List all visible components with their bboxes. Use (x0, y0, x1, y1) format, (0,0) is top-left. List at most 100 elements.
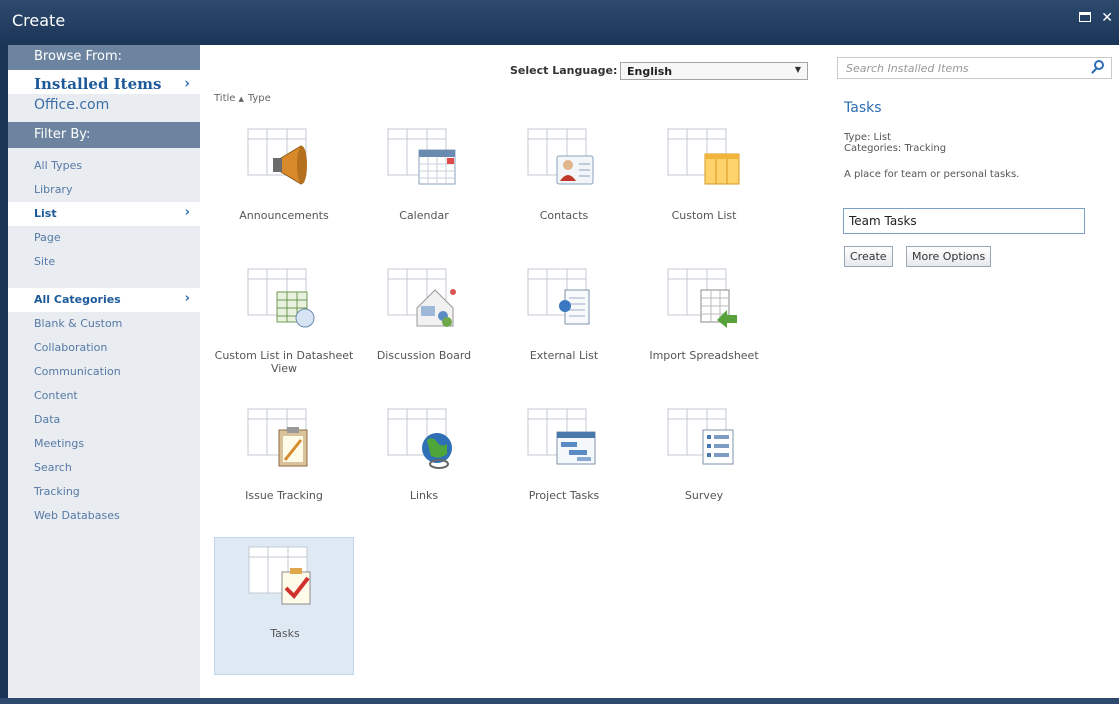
dropdown-arrow-icon: ▼ (794, 65, 801, 74)
language-label: Select Language: (510, 64, 618, 77)
clipboard-pencil-icon (247, 408, 308, 467)
filter-label: All Types (34, 159, 83, 172)
import-spreadsheet-icon (667, 268, 737, 328)
filter-search[interactable]: Search (8, 456, 200, 480)
filter-label: Blank & Custom (34, 317, 123, 330)
details-pane: Search Installed Items Tasks Type: List … (820, 45, 1119, 698)
filter-label: All Categories (34, 293, 121, 306)
template-label: Issue Tracking (245, 489, 323, 502)
survey-icon (667, 408, 734, 465)
template-label: Custom List (671, 209, 737, 222)
browse-item-label: Installed Items (34, 75, 162, 93)
dialog-frame-left (0, 45, 8, 704)
external-list-icon (527, 268, 590, 325)
filter-tracking[interactable]: Tracking (8, 480, 200, 504)
window-buttons: ✕ (1079, 11, 1113, 25)
browse-item-office[interactable]: Office.com (8, 94, 200, 122)
maximize-icon[interactable] (1079, 12, 1092, 22)
chevron-right-icon: › (184, 205, 190, 220)
filter-label: Library (34, 183, 73, 196)
template-type: Type: List (844, 132, 891, 143)
filter-label: Site (34, 255, 56, 268)
template-label: External List (529, 349, 599, 362)
selected-template-title: Tasks (844, 100, 882, 116)
filter-meetings[interactable]: Meetings (8, 432, 200, 456)
template-tile-links[interactable]: Links (354, 400, 494, 538)
template-tile-project-tasks[interactable]: Project Tasks (494, 400, 634, 538)
columns-icon (667, 128, 740, 185)
dialog-title: Create (12, 11, 66, 30)
filter-by-header: Filter By: (8, 122, 200, 148)
search-input[interactable]: Search Installed Items (837, 57, 1112, 79)
sort-by-type[interactable]: Type (248, 93, 271, 104)
discussion-icon (387, 268, 456, 327)
template-description: A place for team or personal tasks. (844, 169, 1020, 180)
template-gallery: Select Language: English ▼ Title ▲ Type An… (200, 45, 820, 698)
search-placeholder: Search Installed Items (846, 62, 969, 75)
filter-page[interactable]: Page (8, 226, 200, 250)
filter-label: Page (34, 231, 61, 244)
filter-collaboration[interactable]: Collaboration (8, 336, 200, 360)
filter-communication[interactable]: Communication (8, 360, 200, 384)
filter-list[interactable]: List › (8, 202, 200, 226)
selected-template-meta: Type: List Categories: Tracking (844, 132, 946, 154)
template-tile-contacts[interactable]: Contacts (494, 120, 634, 258)
template-tile-survey[interactable]: Survey (634, 400, 774, 538)
template-tile-external-list[interactable]: External List (494, 260, 634, 398)
sort-bar: Title ▲ Type (214, 93, 271, 104)
filter-label: List (34, 207, 57, 220)
filter-label: Data (34, 413, 61, 426)
megaphone-icon (247, 128, 307, 185)
template-label: Tasks (270, 627, 300, 640)
template-categories: Categories: Tracking (844, 143, 947, 154)
template-label: Contacts (539, 209, 589, 222)
template-tile-import-spreadsheet[interactable]: Import Spreadsheet (634, 260, 774, 398)
template-label: Survey (684, 489, 724, 502)
template-tile-tasks[interactable]: Tasks (214, 537, 354, 675)
name-field[interactable]: Team Tasks (843, 208, 1085, 234)
filter-data[interactable]: Data (8, 408, 200, 432)
browse-item-installed[interactable]: Installed Items › (8, 70, 200, 94)
filter-all-categories[interactable]: All Categories › (8, 288, 200, 312)
template-label: Custom List in Datasheet View (214, 349, 354, 375)
filter-library[interactable]: Library (8, 178, 200, 202)
filter-web-databases[interactable]: Web Databases (8, 504, 200, 528)
browse-from-header: Browse From: (8, 45, 200, 70)
filter-label: Search (34, 461, 72, 474)
template-tile-announcements[interactable]: Announcements (214, 120, 354, 258)
sidebar: Browse From: Installed Items › Office.co… (8, 45, 200, 698)
language-select[interactable]: English ▼ (620, 62, 808, 80)
template-tile-issue-tracking[interactable]: Issue Tracking (214, 400, 354, 538)
filter-label: Meetings (34, 437, 85, 450)
filter-label: Content (34, 389, 78, 402)
create-button[interactable]: Create (844, 246, 893, 267)
dialog-frame-bottom (0, 698, 1119, 704)
close-icon[interactable]: ✕ (1101, 11, 1113, 25)
template-label: Links (409, 489, 439, 502)
template-tile-custom-list[interactable]: Custom List (634, 120, 774, 258)
sort-by-title[interactable]: Title (214, 93, 235, 104)
filter-site[interactable]: Site (8, 250, 200, 274)
filter-content[interactable]: Content (8, 384, 200, 408)
filter-label: Collaboration (34, 341, 108, 354)
filter-all-types[interactable]: All Types (8, 154, 200, 178)
globe-link-icon (387, 408, 452, 469)
template-tile-custom-list-datasheet[interactable]: Custom List in Datasheet View (214, 260, 354, 398)
category-filter-list: All Categories › Blank & Custom Collabora… (8, 288, 200, 528)
datasheet-icon (247, 268, 315, 328)
search-icon[interactable] (1094, 60, 1104, 70)
gantt-icon (527, 408, 596, 465)
more-options-button[interactable]: More Options (906, 246, 992, 267)
template-tile-calendar[interactable]: Calendar (354, 120, 494, 258)
filter-blank-custom[interactable]: Blank & Custom (8, 312, 200, 336)
template-label: Import Spreadsheet (649, 349, 759, 362)
contact-card-icon (527, 128, 594, 185)
language-value: English (627, 65, 673, 78)
template-label: Calendar (399, 209, 449, 222)
template-label: Discussion Board (376, 349, 472, 362)
type-filter-list: All Types Library List › Page Site (8, 154, 200, 274)
chevron-right-icon: › (184, 291, 190, 306)
filter-label: Web Databases (34, 509, 120, 522)
template-tile-discussion-board[interactable]: Discussion Board (354, 260, 494, 398)
checkmark-icon (248, 546, 311, 605)
